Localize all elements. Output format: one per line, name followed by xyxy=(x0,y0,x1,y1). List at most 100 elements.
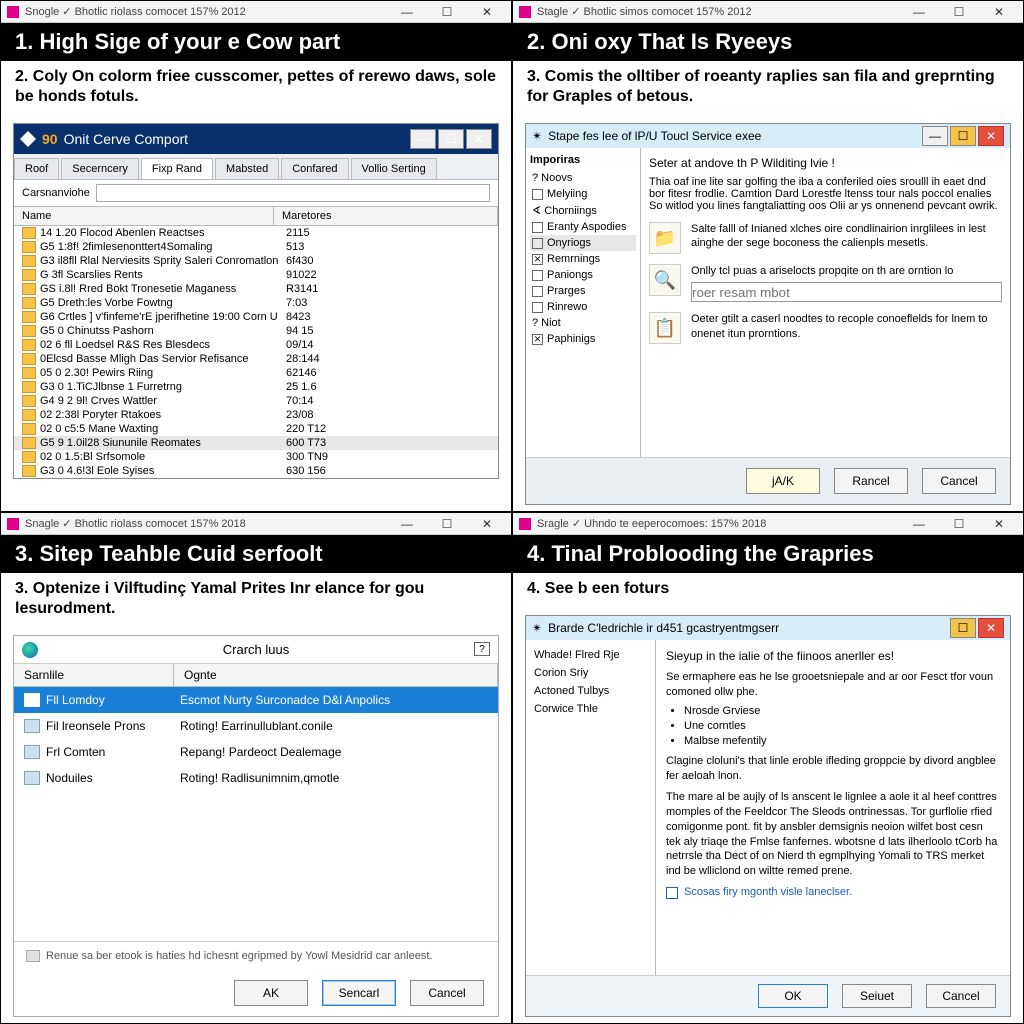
tab-secerncery[interactable]: Secerncery xyxy=(61,158,139,179)
sidebar-item[interactable]: Corion Sriy xyxy=(534,664,647,682)
table-row[interactable]: Fil lreonsele PronsRoting! Earrinullubla… xyxy=(14,713,498,739)
sidebar-item[interactable]: Melyiing xyxy=(530,186,636,202)
column-sample[interactable]: Sarnlile xyxy=(14,664,174,686)
checkbox-icon[interactable] xyxy=(532,189,543,200)
tab-fixp-rand[interactable]: Fixp Rand xyxy=(141,158,213,179)
table-row[interactable]: GS i.8l! Rred Bokt Tronesetie MaganessR3… xyxy=(14,282,498,296)
sidebar-item[interactable]: Corwice Thle xyxy=(534,700,647,718)
search-input[interactable] xyxy=(96,184,490,202)
table-row[interactable]: G3 0 4.6!3l Eole Syises630 156 xyxy=(14,464,498,478)
table-row[interactable]: G5 1:8f! 2fimlesenonttert4Somaling513 xyxy=(14,240,498,254)
sidebar-item[interactable]: ✕Paphinigs xyxy=(530,331,636,347)
ok-button[interactable]: jA/K xyxy=(746,468,820,494)
step-3-panel: Snagle ✓ Bhotlic riolass comocet 157% 20… xyxy=(0,512,512,1024)
maximize-icon[interactable]: ☐ xyxy=(438,129,464,149)
maximize-icon[interactable]: ☐ xyxy=(950,126,976,146)
minimize-icon[interactable]: — xyxy=(410,129,436,149)
minimize-icon[interactable]: — xyxy=(389,515,425,533)
sidebar-item[interactable]: Rinrewo xyxy=(530,299,636,315)
table-row[interactable]: G5 9 1.0il28 Siununile Reomates600 T73 xyxy=(14,436,498,450)
checkbox-icon[interactable] xyxy=(532,238,543,249)
table-row[interactable]: G 3fl Scarslies Rents91022 xyxy=(14,268,498,282)
table-row[interactable]: G3 il8fll Rlal Nerviesits Sprity Saleri … xyxy=(14,254,498,268)
list-item: Malbse mefentily xyxy=(684,734,1000,749)
sidebar-item[interactable]: Paniongs xyxy=(530,267,636,283)
item-label: ? Niot xyxy=(532,317,561,329)
report-window: 90 Onit Cerve Comport — ☐ ✕ RoofSecernce… xyxy=(13,123,499,479)
path-input[interactable] xyxy=(691,282,1002,302)
close-icon[interactable]: ✕ xyxy=(466,129,492,149)
maximize-icon[interactable]: ☐ xyxy=(429,515,465,533)
step-heading: 4. Tinal Problooding the Grapries xyxy=(513,535,1023,573)
table-row[interactable]: 05 0 2.30! Pewirs Riing62146 xyxy=(14,366,498,380)
minimize-icon[interactable]: — xyxy=(901,3,937,21)
checkbox-icon[interactable] xyxy=(532,302,543,313)
table-row[interactable]: NoduilesRoting! Radlisunimnim,qmotle xyxy=(14,765,498,791)
close-icon[interactable]: ✕ xyxy=(469,3,505,21)
help-icon[interactable]: ? xyxy=(474,642,490,656)
maximize-icon[interactable]: ☐ xyxy=(941,3,977,21)
sidebar-item[interactable]: Whade! Flred Rje xyxy=(534,646,647,664)
tab-roof[interactable]: Roof xyxy=(14,158,59,179)
tab-vollio-serting[interactable]: Vollio Serting xyxy=(351,158,437,179)
sencarl-button[interactable]: Sencarl xyxy=(322,980,396,1006)
table-row[interactable]: 02 0 1.5:Bl Srfsomole300 TN9 xyxy=(14,450,498,464)
sidebar-item[interactable]: ? Niot xyxy=(530,315,636,331)
step-heading: 1. High Sige of your e Cow part xyxy=(1,23,511,61)
minimize-icon[interactable]: — xyxy=(922,126,948,146)
table-row[interactable]: G6 Crtles ] v'finfeme'rE jperifhetine 19… xyxy=(14,310,498,324)
sidebar-item[interactable]: ✕ Remrnings xyxy=(530,251,636,267)
checkbox-icon[interactable]: ✕ xyxy=(532,334,543,345)
maximize-icon[interactable]: ☐ xyxy=(941,515,977,533)
item-icon xyxy=(24,745,40,759)
close-icon[interactable]: ✕ xyxy=(469,515,505,533)
sidebar-item[interactable]: Prarges xyxy=(530,283,636,299)
close-icon[interactable]: ✕ xyxy=(981,515,1017,533)
help-link[interactable]: Scosas firy mgonth visle laneclser. xyxy=(666,885,1000,900)
tab-mabsted[interactable]: Mabsted xyxy=(215,158,279,179)
tab-confared[interactable]: Confared xyxy=(281,158,348,179)
table-row[interactable]: G5 Dreth:les Vorbe Fowtng7:03 xyxy=(14,296,498,310)
pane-heading: Seter at andove th P Wilditing lvie ! xyxy=(649,156,1002,170)
sidebar-item[interactable]: Eranty Aspodies xyxy=(530,219,636,235)
column-value[interactable]: Ognte xyxy=(174,664,498,686)
seiuet-button[interactable]: Seiuet xyxy=(842,984,912,1008)
sidebar-item[interactable]: ? Noovs xyxy=(530,170,636,186)
minimize-icon[interactable]: — xyxy=(901,515,937,533)
close-icon[interactable]: ✕ xyxy=(978,618,1004,638)
table-row[interactable]: 0Elcsd Basse Mligh Das Servior Refisance… xyxy=(14,352,498,366)
table-row[interactable]: G5 0 Chinutss Pashorn94 15 xyxy=(14,324,498,338)
cancel-button[interactable]: Cancel xyxy=(922,468,996,494)
close-icon[interactable]: ✕ xyxy=(978,126,1004,146)
maximize-icon[interactable]: ☐ xyxy=(429,3,465,21)
sidebar-item[interactable]: Onyriogs xyxy=(530,235,636,251)
ak-button[interactable]: AK xyxy=(234,980,308,1006)
sidebar-item[interactable]: ∢ Chorniings xyxy=(530,202,636,219)
window-titlebar: ✴ Stape fes lee of lP/U Toucl Service ex… xyxy=(526,124,1010,148)
item-label: Remrnings xyxy=(547,253,600,265)
rancel-button[interactable]: Rancel xyxy=(834,468,908,494)
cancel-button[interactable]: Cancel xyxy=(926,984,996,1008)
maximize-icon[interactable]: ☐ xyxy=(950,618,976,638)
table-row[interactable]: 02 2:38l Poryter Rtakoes23/08 xyxy=(14,408,498,422)
column-value[interactable]: Maretores xyxy=(274,207,498,225)
sidebar-item[interactable]: Actoned Tulbys xyxy=(534,682,647,700)
checkbox-icon[interactable]: ✕ xyxy=(532,254,543,265)
checkbox-icon[interactable] xyxy=(532,286,543,297)
checkbox-icon[interactable] xyxy=(532,222,543,233)
minimize-icon[interactable]: — xyxy=(389,3,425,21)
column-name[interactable]: Name xyxy=(14,207,274,225)
row-name: G4 9 2 9l! Crves Wattler xyxy=(40,395,278,407)
table-row[interactable]: Fll LomdoyEscmot Nurty Surconadce D&l An… xyxy=(14,687,498,713)
checkbox-icon[interactable] xyxy=(532,270,543,281)
close-icon[interactable]: ✕ xyxy=(981,3,1017,21)
table-row[interactable]: 14 1.20 Flocod Abenlen Reactses2115 xyxy=(14,226,498,240)
table-row[interactable]: Frl ComtenRepang! Pardeoct Dealemage xyxy=(14,739,498,765)
window-title: Brarde C'ledrichle ir d451 gcastryentmgs… xyxy=(548,621,779,635)
ok-button[interactable]: OK xyxy=(758,984,828,1008)
cancel-button[interactable]: Cancel xyxy=(410,980,484,1006)
table-row[interactable]: G4 9 2 9l! Crves Wattler70:14 xyxy=(14,394,498,408)
table-row[interactable]: 02 0 c5:5 Mane Waxting220 T12 xyxy=(14,422,498,436)
table-row[interactable]: 02 6 fll Loedsel R&S Res Blesdecs09/14 xyxy=(14,338,498,352)
table-row[interactable]: G3 0 1.TiCJlbnse 1 Furretrng25 1.6 xyxy=(14,380,498,394)
